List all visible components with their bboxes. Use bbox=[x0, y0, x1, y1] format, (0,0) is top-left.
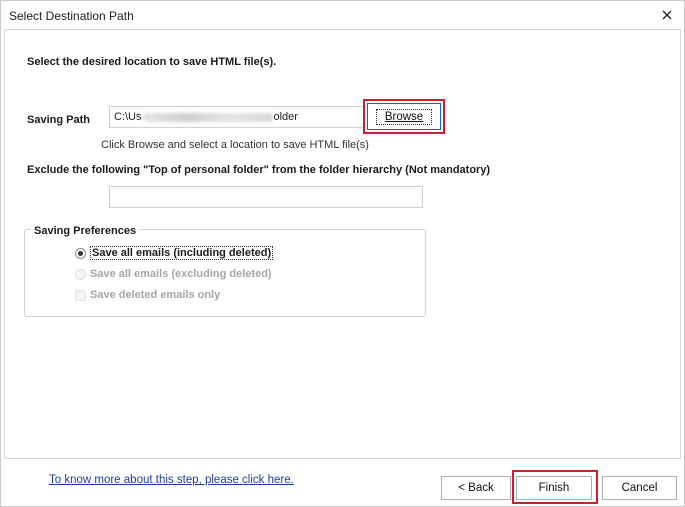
help-link[interactable]: To know more about this step, please cli… bbox=[49, 474, 294, 486]
dialog-title: Select Destination Path bbox=[9, 9, 134, 23]
close-button[interactable] bbox=[656, 4, 678, 26]
saving-path-input[interactable]: C:\Us older bbox=[109, 106, 365, 128]
option-label: Save all emails (excluding deleted) bbox=[90, 268, 272, 280]
title-bar: Select Destination Path bbox=[1, 1, 684, 29]
checkbox bbox=[75, 289, 86, 301]
option-label: Save all emails (including deleted) bbox=[90, 246, 274, 260]
exclude-folder-input[interactable] bbox=[109, 186, 423, 208]
radio-button-checked[interactable] bbox=[75, 247, 86, 259]
option-exclude-deleted: Save all emails (excluding deleted) bbox=[75, 268, 272, 280]
step-heading: Select the desired location to save HTML… bbox=[27, 56, 277, 68]
dialog-window: Select Destination Path Select the desir… bbox=[0, 0, 685, 507]
browse-button-label: Browse bbox=[375, 108, 433, 125]
option-include-deleted[interactable]: Save all emails (including deleted) bbox=[75, 246, 274, 260]
path-value-prefix: C:\Us bbox=[114, 111, 142, 123]
path-value-suffix: older bbox=[273, 111, 298, 123]
radio-button bbox=[75, 268, 86, 280]
cancel-button[interactable]: Cancel bbox=[602, 476, 677, 500]
saving-preferences-title: Saving Preferences bbox=[31, 225, 140, 237]
back-button[interactable]: < Back bbox=[441, 476, 511, 500]
content-panel: Select the desired location to save HTML… bbox=[4, 29, 681, 459]
saving-path-label: Saving Path bbox=[27, 114, 90, 126]
exclude-label: Exclude the following "Top of personal f… bbox=[27, 164, 491, 176]
browse-hint: Click Browse and select a location to sa… bbox=[101, 139, 369, 151]
finish-button[interactable]: Finish bbox=[516, 476, 592, 500]
option-deleted-only: Save deleted emails only bbox=[75, 289, 220, 301]
close-icon bbox=[662, 10, 672, 20]
path-redacted bbox=[142, 112, 273, 122]
browse-button[interactable]: Browse bbox=[367, 103, 441, 130]
option-label: Save deleted emails only bbox=[90, 289, 221, 301]
